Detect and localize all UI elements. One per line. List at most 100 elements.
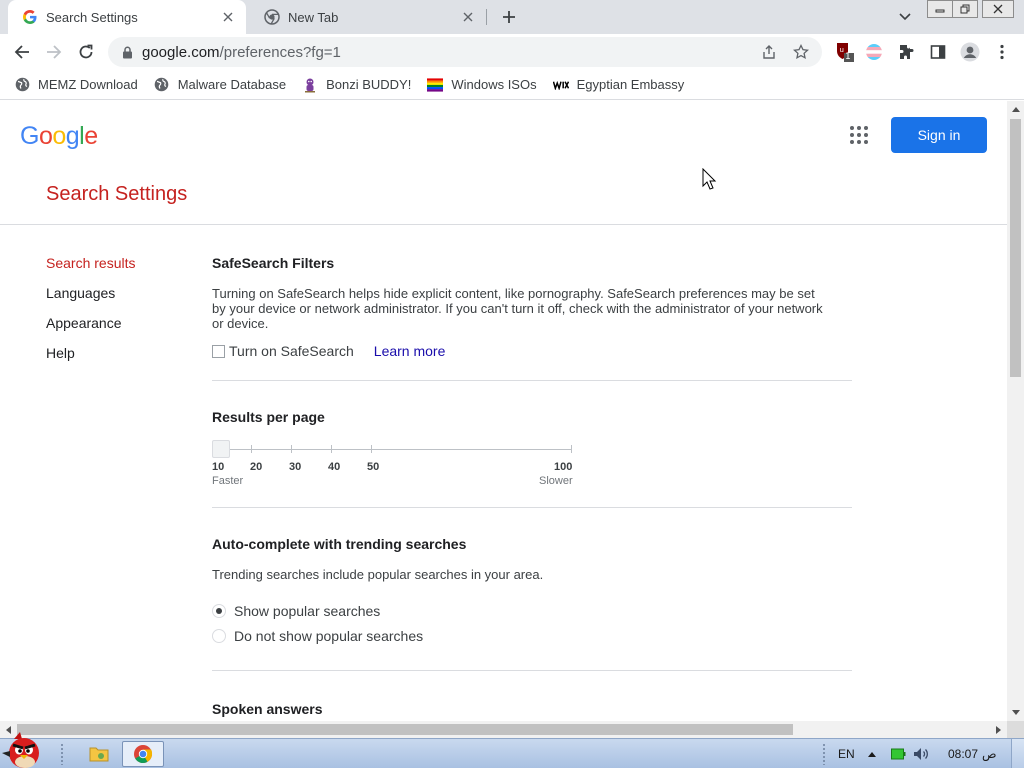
new-tab-button[interactable] [498, 6, 520, 28]
tab-title: New Tab [288, 9, 339, 25]
page-title: Search Settings [46, 183, 188, 205]
forward-button[interactable] [42, 40, 66, 64]
slider-speed-labels: Faster Slower [212, 475, 574, 489]
spoken-answers-title: Spoken answers [212, 701, 323, 717]
scroll-down-arrow-icon[interactable] [1007, 704, 1024, 721]
bookmark-malware-database[interactable]: Malware Database [154, 77, 286, 93]
wix-icon [552, 77, 569, 93]
bookmark-label: Malware Database [177, 77, 287, 92]
restore-button[interactable] [952, 0, 978, 18]
close-window-button[interactable] [982, 0, 1014, 18]
kebab-menu-icon [1000, 44, 1004, 60]
tab-close-icon[interactable] [220, 9, 236, 25]
chrome-icon [264, 9, 280, 25]
plus-icon [503, 11, 515, 23]
start-button[interactable] [0, 729, 48, 768]
radio-label[interactable]: Do not show popular searches [234, 628, 423, 644]
arrow-right-icon [47, 45, 62, 59]
tab-new-tab[interactable]: New Tab [250, 0, 486, 34]
share-icon[interactable] [758, 41, 780, 63]
lock-icon[interactable] [120, 45, 134, 59]
reload-button[interactable] [74, 40, 98, 64]
learn-more-link[interactable]: Learn more [374, 343, 446, 359]
tab-close-icon[interactable] [460, 9, 476, 25]
bookmark-egyptian-embassy[interactable]: Egyptian Embassy [552, 77, 684, 93]
battery-icon[interactable] [891, 739, 906, 768]
ublock-shield-icon: u [837, 43, 854, 62]
section-divider [212, 507, 852, 508]
logo-letter: o [38, 122, 53, 150]
clock[interactable]: 08:07 ص [948, 739, 997, 768]
safesearch-checkbox[interactable] [212, 344, 225, 358]
url-host: google.com [142, 43, 220, 61]
bookmark-star-icon[interactable] [790, 41, 812, 63]
sidenav-languages[interactable]: Languages [46, 283, 135, 313]
results-per-page-title: Results per page [212, 409, 325, 425]
settings-content: SafeSearch Filters Turning on SafeSearch… [212, 253, 852, 717]
minimize-button[interactable] [927, 0, 953, 18]
radio-label[interactable]: Show popular searches [234, 603, 380, 619]
ublock-extension-button[interactable]: u 1 [832, 40, 856, 64]
side-panel-button[interactable] [926, 40, 950, 64]
autocomplete-title: Auto-complete with trending searches [212, 536, 467, 552]
arrow-left-icon [14, 45, 29, 59]
language-indicator[interactable]: EN [838, 739, 855, 768]
globe-icon [14, 77, 30, 93]
sidenav-search-results[interactable]: Search results [46, 253, 135, 283]
horizontal-scroll-thumb[interactable] [17, 724, 793, 735]
taskbar-grip[interactable] [822, 743, 826, 765]
vertical-scroll-thumb[interactable] [1010, 119, 1021, 377]
url-text[interactable]: google.com/preferences?fg=1 [142, 44, 341, 61]
volume-icon[interactable] [913, 739, 929, 768]
address-bar[interactable]: google.com/preferences?fg=1 [108, 37, 822, 67]
scroll-right-arrow-icon[interactable] [990, 721, 1007, 738]
sidenav-appearance[interactable]: Appearance [46, 313, 135, 343]
tick-label: 40 [328, 461, 341, 473]
bookmark-bonzi-buddy[interactable]: Bonzi BUDDY! [302, 77, 411, 93]
trans-flag-extension-button[interactable] [862, 40, 886, 64]
google-apps-icon[interactable] [850, 126, 868, 144]
bookmark-windows-isos[interactable]: Windows ISOs [427, 77, 537, 93]
radio-button-checked[interactable] [212, 603, 226, 618]
radio-show-popular[interactable]: Show popular searches [212, 598, 852, 623]
section-divider [212, 380, 852, 381]
safesearch-title: SafeSearch Filters [212, 255, 335, 271]
slider-tick-labels: 10 20 30 40 50 100 [212, 461, 574, 475]
slider-handle[interactable] [212, 440, 230, 458]
show-desktop-button[interactable] [1011, 739, 1024, 768]
profile-button[interactable] [958, 40, 982, 64]
sign-in-button[interactable]: Sign in [891, 117, 987, 153]
bookmark-label: MEMZ Download [38, 77, 138, 92]
logo-letter: g [65, 122, 80, 150]
faster-label: Faster [212, 475, 244, 487]
safesearch-checkbox-label[interactable]: Turn on SafeSearch [229, 343, 354, 359]
sidenav-help[interactable]: Help [46, 343, 135, 373]
taskbar-grip[interactable] [60, 743, 64, 765]
radio-hide-popular[interactable]: Do not show popular searches [212, 623, 852, 648]
google-logo[interactable]: Google [20, 122, 98, 151]
tray-expand-icon[interactable] [868, 739, 876, 768]
tab-search-settings[interactable]: Search Settings [8, 0, 246, 34]
safesearch-description: Turning on SafeSearch helps hide explici… [212, 286, 852, 331]
vertical-scrollbar[interactable] [1007, 101, 1024, 721]
tick-label: 20 [250, 461, 263, 473]
extensions-button[interactable] [894, 40, 918, 64]
taskbar-chrome-button[interactable] [122, 741, 164, 767]
logo-letter: G [20, 122, 39, 150]
scroll-up-arrow-icon[interactable] [1007, 101, 1024, 118]
minimize-icon [935, 9, 945, 13]
horizontal-scrollbar[interactable] [0, 721, 1007, 738]
radio-button[interactable] [212, 628, 226, 643]
menu-button[interactable] [990, 40, 1014, 64]
back-button[interactable] [10, 40, 34, 64]
tab-search-button[interactable] [895, 8, 915, 26]
slower-label: Slower [539, 475, 573, 487]
bookmark-memz-download[interactable]: MEMZ Download [14, 77, 138, 93]
angry-bird-icon [2, 732, 39, 768]
taskbar: EN 08:07 ص [0, 732, 1024, 768]
results-per-page-slider[interactable] [212, 439, 572, 459]
tick-label: 50 [367, 461, 380, 473]
close-icon [993, 4, 1003, 14]
reload-icon [79, 44, 93, 59]
taskbar-explorer-button[interactable] [78, 741, 120, 767]
